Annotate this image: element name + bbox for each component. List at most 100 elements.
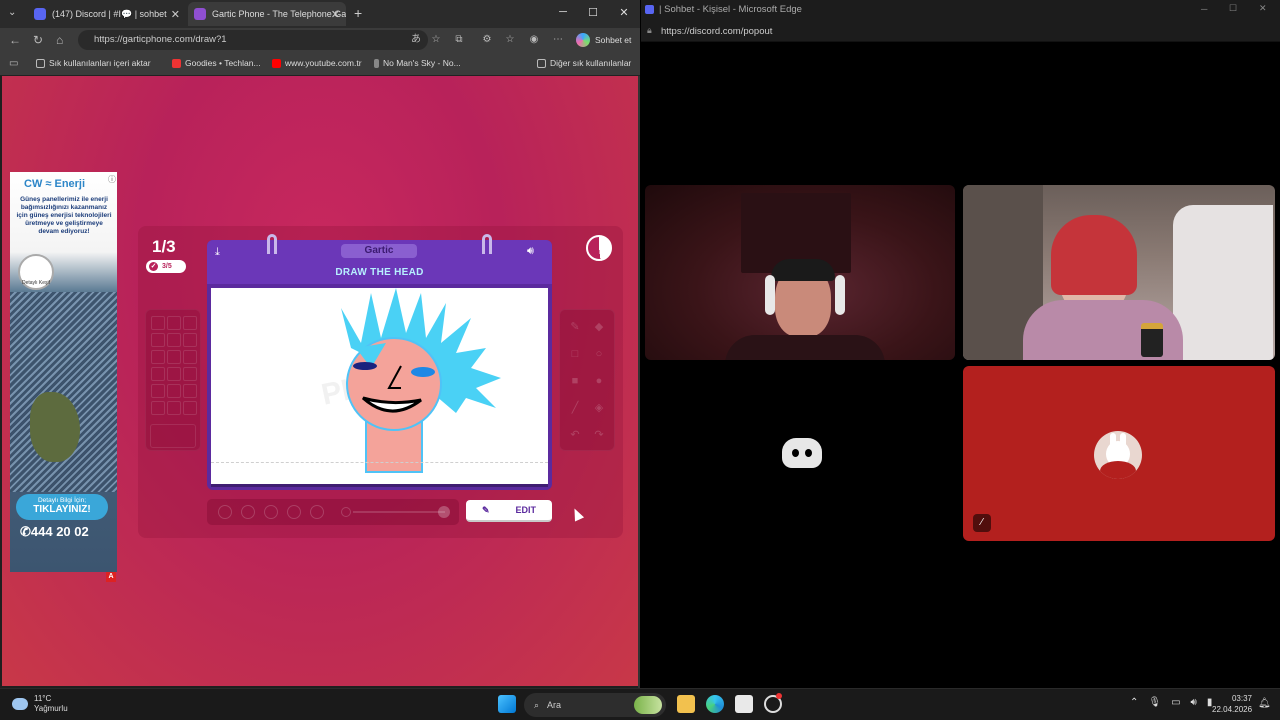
bookmarks-bar: ▭ Sık kullanılanları içeri aktar Goodies… [0, 52, 640, 76]
drawing-canvas[interactable]: PHONE [211, 288, 548, 484]
edit-button[interactable]: ✎ EDIT [466, 500, 552, 522]
color-swatch[interactable] [151, 367, 165, 381]
pencil-tool-icon[interactable]: ✎ [566, 318, 584, 336]
ad-cta-button[interactable]: Detaylı Bilgi İçin; TIKLAYINIZ! [16, 494, 108, 520]
close-window-button[interactable]: ✕ [616, 6, 632, 19]
rectangle-outline-icon[interactable]: □ [566, 345, 584, 363]
undo-icon[interactable]: ↶ [566, 426, 584, 444]
fill-bucket-icon[interactable]: ◈ [590, 399, 608, 417]
rectangle-fill-icon[interactable]: ■ [566, 372, 584, 390]
opacity-slider[interactable] [353, 511, 445, 513]
bookmark-youtube[interactable]: www.youtube.com.tr [272, 58, 362, 68]
extension-icon[interactable]: ⚙ [481, 34, 493, 46]
brush-size-1[interactable] [218, 505, 232, 519]
selected-color-swatch[interactable] [150, 424, 196, 448]
ellipse-fill-icon[interactable]: ● [590, 372, 608, 390]
back-icon[interactable]: ← [9, 33, 21, 47]
advertisement[interactable]: CW ≈ Enerji Güneş panellerimiz ile enerj… [10, 172, 117, 572]
notification-bell-icon[interactable]: 🔔︎ [1258, 698, 1271, 709]
bookmark-goodies[interactable]: Goodies • Techlan... [172, 58, 261, 68]
color-swatch[interactable] [183, 333, 197, 347]
brush-size-3[interactable] [264, 505, 278, 519]
round-counter: 1/3 [152, 237, 176, 256]
maximize-button[interactable]: ☐ [585, 6, 601, 19]
color-swatch[interactable] [167, 401, 181, 415]
eraser-tool-icon[interactable]: ◆ [590, 318, 608, 336]
download-icon[interactable]: ⤓ [215, 246, 220, 259]
drawing-tools: ✎ ◆ □ ○ ■ ● ╱ ◈ ↶ ↷ [559, 309, 615, 451]
color-swatch[interactable] [183, 401, 197, 415]
color-swatch[interactable] [183, 316, 197, 330]
brush-size-2[interactable] [241, 505, 255, 519]
file-explorer-icon[interactable] [677, 695, 695, 713]
clock-date: 22.04.2026 [1212, 705, 1253, 714]
minimize-button[interactable]: ─ [555, 6, 571, 18]
new-tab-button[interactable]: + [354, 5, 362, 21]
ellipse-outline-icon[interactable]: ○ [590, 345, 608, 363]
extensions-icon[interactable]: ⧉ [453, 34, 465, 46]
redo-icon[interactable]: ↷ [590, 426, 608, 444]
volume-icon[interactable]: 🔊︎ [1191, 697, 1197, 708]
bookmark-label: No Man's Sky - No... [383, 58, 461, 68]
other-bookmarks[interactable]: Diğer sık kullanılanlar [537, 58, 631, 68]
color-swatch[interactable] [151, 401, 165, 415]
color-swatch[interactable] [167, 333, 181, 347]
microphone-icon[interactable]: 🎙︎ [1148, 697, 1161, 708]
color-swatch[interactable] [151, 333, 165, 347]
edge-icon[interactable] [706, 695, 724, 713]
color-swatch[interactable] [151, 350, 165, 364]
refresh-icon[interactable]: ↻ [33, 33, 43, 47]
video-tile-1[interactable] [645, 185, 955, 360]
color-swatch[interactable] [183, 350, 197, 364]
bookmark-nomanssky[interactable]: No Man's Sky - No... [374, 58, 461, 68]
color-swatch[interactable] [183, 367, 197, 381]
color-swatch[interactable] [167, 316, 181, 330]
popout-url[interactable]: https://discord.com/popout [661, 26, 772, 37]
weather-widget[interactable]: 11°C Yağmurlu [12, 694, 68, 714]
video-tile-2[interactable] [963, 185, 1275, 360]
brush-size-5[interactable] [310, 505, 324, 519]
start-menu-icon[interactable] [498, 695, 516, 713]
minimize-button[interactable]: ─ [1201, 4, 1207, 14]
ad-brand: CW ≈ Enerji [24, 178, 86, 190]
home-icon[interactable]: ⌂ [56, 33, 63, 47]
video-tile-4[interactable]: ⁄ [963, 366, 1275, 541]
color-swatch[interactable] [167, 367, 181, 381]
ad-badge-label: Detaylı Keşif [21, 280, 51, 286]
url-field[interactable]: https://garticphone.com/draw?1 [78, 30, 428, 50]
color-swatch[interactable] [167, 384, 181, 398]
tab-discord[interactable]: (147) Discord | #Ⅰ💬 | sohbet ✕ [28, 2, 186, 26]
brush-size-4[interactable] [287, 505, 301, 519]
taskbar-search[interactable]: ⌕ Ara [524, 693, 666, 717]
maximize-button[interactable]: ☐ [1229, 3, 1237, 14]
store-icon[interactable] [735, 695, 753, 713]
color-swatch[interactable] [151, 316, 165, 330]
chevron-up-icon[interactable]: ⌃ [1130, 697, 1138, 708]
copilot-icon[interactable] [576, 33, 590, 47]
color-swatch[interactable] [167, 350, 181, 364]
close-tab-icon[interactable]: ✕ [171, 8, 180, 21]
video-tile-3[interactable] [645, 366, 955, 541]
ad-flag[interactable]: A [106, 572, 116, 582]
volume-icon[interactable]: 🔊︎ [527, 245, 534, 258]
more-options-icon[interactable]: ⋯ [552, 34, 564, 46]
profile-icon[interactable]: ◉ [528, 34, 540, 46]
favorite-star-icon[interactable]: ☆ [430, 34, 442, 46]
ad-info-icon[interactable]: ⓘ [108, 174, 116, 185]
sohbet-button[interactable]: Sohbet et [595, 35, 631, 45]
clock[interactable]: 03:37 22.04.2026 [1212, 693, 1252, 715]
close-window-button[interactable]: ✕ [1259, 3, 1267, 14]
tab-gartic[interactable]: Gartic Phone - The Telephone Gam ✕ [188, 2, 346, 26]
line-tool-icon[interactable]: ╱ [566, 399, 584, 417]
color-swatch[interactable] [183, 384, 197, 398]
color-palette [145, 309, 201, 451]
translate-icon[interactable]: あ [410, 34, 422, 46]
close-tab-icon[interactable]: ✕ [331, 8, 340, 21]
opacity-slider-knob[interactable] [438, 506, 450, 518]
color-swatch[interactable] [151, 384, 165, 398]
bookmark-import[interactable]: Sık kullanılanları içeri aktar [36, 58, 151, 68]
collections-icon[interactable]: ☆ [504, 34, 516, 46]
tab-menu-chevron-icon[interactable]: ⌄ [8, 7, 16, 18]
network-icon[interactable]: ▭ [1171, 697, 1180, 708]
sidebar-toggle-icon[interactable]: ▭ [9, 58, 18, 69]
